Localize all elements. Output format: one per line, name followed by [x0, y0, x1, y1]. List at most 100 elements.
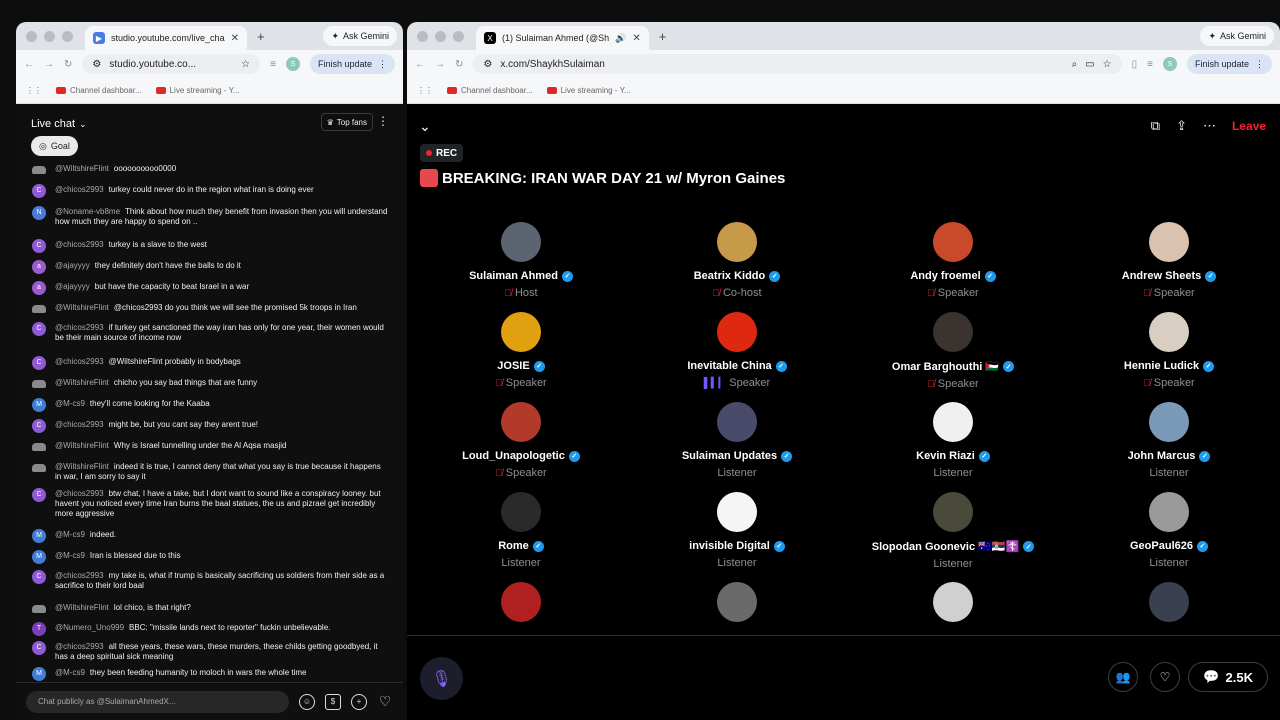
new-tab-icon[interactable]: + — [659, 29, 667, 44]
chat-avatar[interactable]: N — [32, 206, 46, 220]
chat-avatar[interactable]: C — [32, 419, 46, 433]
chat-avatar[interactable] — [32, 605, 46, 613]
chat-username[interactable]: @WiltshireFlint — [55, 378, 109, 387]
participant[interactable] — [853, 582, 1053, 622]
new-tab-icon[interactable]: + — [257, 29, 265, 44]
chat-avatar[interactable]: C — [32, 322, 46, 336]
chat-username[interactable]: @WiltshireFlint — [55, 164, 109, 173]
chat-avatar[interactable]: C — [32, 641, 46, 655]
chat-message[interactable]: C @chicos2993 if turkey get sanctioned the… — [32, 322, 389, 343]
chat-avatar[interactable]: M — [32, 529, 46, 543]
bookmark-live-streaming[interactable]: Live streaming - Y... — [546, 86, 631, 95]
chat-message[interactable]: C @chicos2993 all these years, these wars,… — [32, 641, 389, 662]
chat-message[interactable]: M @M-cs9 Iran is blessed due to this — [32, 550, 389, 564]
participant-avatar[interactable] — [501, 492, 541, 532]
reload-icon[interactable]: ↻ — [64, 59, 72, 70]
participant-avatar[interactable] — [501, 312, 541, 352]
close-tab-icon[interactable]: ✕ — [632, 33, 640, 44]
live-chat-title[interactable]: Live chat — [31, 118, 75, 130]
chat-username[interactable]: @M-cs9 — [55, 551, 85, 560]
chat-username[interactable]: @M-cs9 — [55, 399, 85, 408]
bookmark-live-streaming[interactable]: Live streaming - Y... — [155, 86, 240, 95]
leave-button[interactable]: Leave — [1232, 119, 1266, 133]
more-icon[interactable]: ⋯ — [1203, 118, 1216, 134]
chat-message[interactable]: N @Noname-vb8me Think about how much they … — [32, 206, 389, 227]
chat-username[interactable]: @M-cs9 — [55, 668, 85, 677]
chat-message[interactable]: @WiltshireFlint indeed it is true, I cann… — [32, 462, 389, 482]
chat-username[interactable]: @ajayyyy — [55, 261, 90, 270]
chat-username[interactable]: @Noname-vb8me — [55, 207, 120, 216]
chat-menu-icon[interactable]: ⋮ — [377, 114, 389, 128]
chat-avatar[interactable]: C — [32, 184, 46, 198]
chat-avatar[interactable]: M — [32, 550, 46, 564]
participant[interactable]: Andrew Sheets ✓ 🎙̸ Speaker — [1069, 222, 1269, 299]
participant-avatar[interactable] — [933, 402, 973, 442]
people-button[interactable]: 👥 — [1108, 662, 1138, 692]
participant-avatar[interactable] — [717, 582, 757, 622]
chat-avatar[interactable]: a — [32, 260, 46, 274]
ask-gemini-button[interactable]: ✦ Ask Gemini — [323, 26, 397, 46]
collapse-chevron-icon[interactable]: ⌄ — [419, 118, 431, 135]
participant[interactable]: JOSIE ✓ 🎙̸ Speaker — [421, 312, 621, 389]
window-controls[interactable] — [417, 30, 464, 42]
participant[interactable]: GeoPaul626 ✓ Listener — [1069, 492, 1269, 569]
chat-username[interactable]: @WiltshireFlint — [55, 303, 109, 312]
chat-avatar[interactable]: C — [32, 356, 46, 370]
reload-icon[interactable]: ↻ — [455, 59, 463, 70]
chat-username[interactable]: @chicos2993 — [55, 571, 104, 580]
heart-icon[interactable]: ♡ — [377, 693, 393, 710]
finish-update-button[interactable]: Finish update ⋮ — [1186, 54, 1272, 74]
chat-username[interactable]: @WiltshireFlint — [55, 603, 109, 612]
chevron-down-icon[interactable]: ⌄ — [79, 119, 87, 130]
chat-avatar[interactable]: M — [32, 398, 46, 412]
top-fans-button[interactable]: ♛ Top fans — [320, 113, 373, 131]
participant-avatar[interactable] — [933, 312, 973, 352]
chat-username[interactable]: @chicos2993 — [55, 420, 104, 429]
minimize-icon[interactable]: ⧉ — [1151, 118, 1160, 134]
chat-message[interactable]: C @chicos2993 my take is, what if trump is… — [32, 570, 389, 591]
chat-messages[interactable]: @WiltshireFlint oooooooooo0000 C @chicos299… — [16, 164, 403, 682]
participant[interactable]: invisible Digital ✓ Listener — [637, 492, 837, 569]
participant[interactable]: Omar Barghouthi 🇵🇸 ✓ 🎙̸ Speaker — [853, 312, 1053, 390]
participant-avatar[interactable] — [717, 492, 757, 532]
chat-avatar[interactable]: T — [32, 622, 46, 636]
chat-message[interactable]: C @chicos2993 might be, but you cant say t… — [32, 419, 389, 433]
profile-avatar[interactable]: S — [1162, 57, 1177, 71]
chat-avatar[interactable] — [32, 464, 46, 472]
browser-tab[interactable]: ▶ studio.youtube.com/live_cha ✕ — [85, 26, 247, 50]
add-icon[interactable]: + — [351, 693, 367, 710]
forward-icon[interactable]: → — [435, 59, 445, 70]
participant-avatar[interactable] — [1149, 312, 1189, 352]
participant[interactable]: Beatrix Kiddo ✓ 🎙̸ Co-host — [637, 222, 837, 299]
chat-message[interactable]: C @chicos2993 @WiltshireFlint probably in … — [32, 356, 389, 370]
zoom-icon[interactable]: ⌕ — [1072, 59, 1078, 70]
chat-message[interactable]: C @chicos2993 turkey could never do in the… — [32, 184, 389, 198]
chat-message[interactable]: a @ajayyyy they definitely don't have the … — [32, 260, 389, 274]
participant-avatar[interactable] — [501, 402, 541, 442]
chat-message[interactable]: T @Numero_Uno999 BBC: "missile lands next … — [32, 622, 389, 636]
participant-avatar[interactable] — [717, 222, 757, 262]
participant-avatar[interactable] — [717, 312, 757, 352]
chat-username[interactable]: @chicos2993 — [55, 357, 104, 366]
chat-avatar[interactable]: C — [32, 239, 46, 253]
participant[interactable]: Slopodan Goonevic 🇦🇺🇷🇸☦️ ✓ Listener — [853, 492, 1053, 570]
chat-message[interactable]: a @ajayyyy but have the capacity to beat I… — [32, 281, 389, 295]
participant[interactable] — [421, 582, 621, 622]
participant[interactable]: Sulaiman Ahmed ✓ 🎙̸ Host — [421, 222, 621, 299]
participant-avatar[interactable] — [1149, 402, 1189, 442]
chat-input[interactable]: Chat publicly as @SulaimanAhmedX... — [26, 690, 289, 713]
participant[interactable]: Kevin Riazi ✓ Listener — [853, 402, 1053, 479]
chat-avatar[interactable]: C — [32, 570, 46, 584]
chat-username[interactable]: @chicos2993 — [55, 323, 104, 332]
participant[interactable]: Rome ✓ Listener — [421, 492, 621, 569]
chat-message[interactable]: M @M-cs9 they'll come looking for the Kaab… — [32, 398, 389, 412]
goal-chip[interactable]: ◎ Goal — [31, 136, 78, 156]
browser-tab[interactable]: X (1) Sulaiman Ahmed (@Sh 🔊 ✕ — [476, 26, 649, 50]
chat-username[interactable]: @chicos2993 — [55, 240, 104, 249]
chat-avatar[interactable]: C — [32, 488, 46, 502]
back-icon[interactable]: ← — [415, 59, 425, 70]
chat-username[interactable]: @M-cs9 — [55, 530, 85, 539]
chat-avatar[interactable]: a — [32, 281, 46, 295]
chat-message[interactable]: @WiltshireFlint Why is Israel tunnelling … — [32, 441, 389, 451]
chat-avatar[interactable] — [32, 305, 46, 313]
